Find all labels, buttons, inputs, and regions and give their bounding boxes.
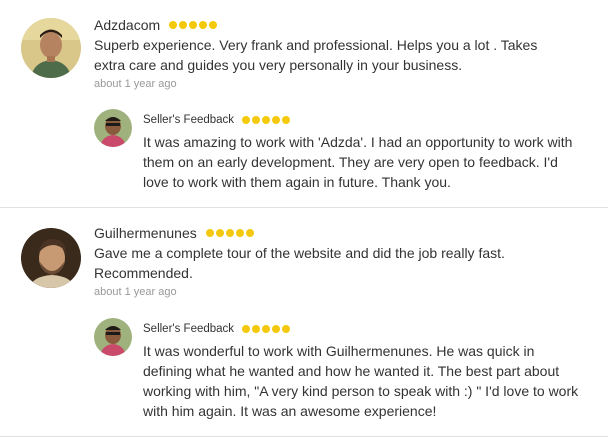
star-icon — [205, 229, 214, 237]
star-icon — [272, 116, 281, 124]
star-icon — [272, 325, 281, 333]
seller-avatar — [94, 318, 132, 356]
reviewer-avatar[interactable] — [21, 18, 81, 78]
review-item: Guilhermenunes Gave me a complete tour o… — [0, 208, 608, 438]
star-icon — [189, 21, 198, 29]
star-icon — [199, 21, 208, 29]
star-icon — [209, 21, 218, 29]
star-icon — [225, 229, 234, 237]
seller-feedback-text: It was amazing to work with 'Adzda'. I h… — [143, 134, 573, 190]
rating-stars — [242, 116, 291, 124]
star-icon — [262, 116, 271, 124]
seller-feedback-title: Seller's Feedback — [143, 114, 235, 126]
reviewer-avatar[interactable] — [21, 228, 81, 288]
seller-feedback-text: It was wonderful to work with Guilhermen… — [143, 343, 579, 419]
star-icon — [179, 21, 188, 29]
star-icon — [245, 229, 254, 237]
reviewer-name-row: Guilhermenunes — [94, 225, 254, 241]
seller-feedback-title: Seller's Feedback — [143, 323, 235, 335]
review-timestamp: about 1 year ago — [94, 286, 177, 298]
star-icon — [252, 116, 261, 124]
star-icon — [282, 325, 291, 333]
review-item: Adzdacom Superb experience. Very frank a… — [0, 0, 608, 208]
review-timestamp: about 1 year ago — [94, 78, 177, 90]
star-icon — [242, 325, 251, 333]
rating-stars — [205, 229, 254, 237]
review-text: Superb experience. Very frank and profes… — [94, 37, 538, 73]
rating-stars — [169, 21, 218, 29]
reviewer-name[interactable]: Guilhermenunes — [94, 225, 197, 241]
reviewer-name[interactable]: Adzdacom — [94, 17, 160, 33]
rating-stars — [242, 325, 291, 333]
seller-feedback-title-row: Seller's Feedback — [143, 323, 291, 335]
seller-avatar — [94, 109, 132, 147]
seller-feedback-title-row: Seller's Feedback — [143, 114, 291, 126]
star-icon — [215, 229, 224, 237]
star-icon — [169, 21, 178, 29]
star-icon — [242, 116, 251, 124]
star-icon — [262, 325, 271, 333]
star-icon — [252, 325, 261, 333]
review-text: Gave me a complete tour of the website a… — [94, 245, 505, 281]
reviewer-name-row: Adzdacom — [94, 17, 218, 33]
star-icon — [282, 116, 291, 124]
review-divider — [0, 436, 608, 437]
star-icon — [235, 229, 244, 237]
